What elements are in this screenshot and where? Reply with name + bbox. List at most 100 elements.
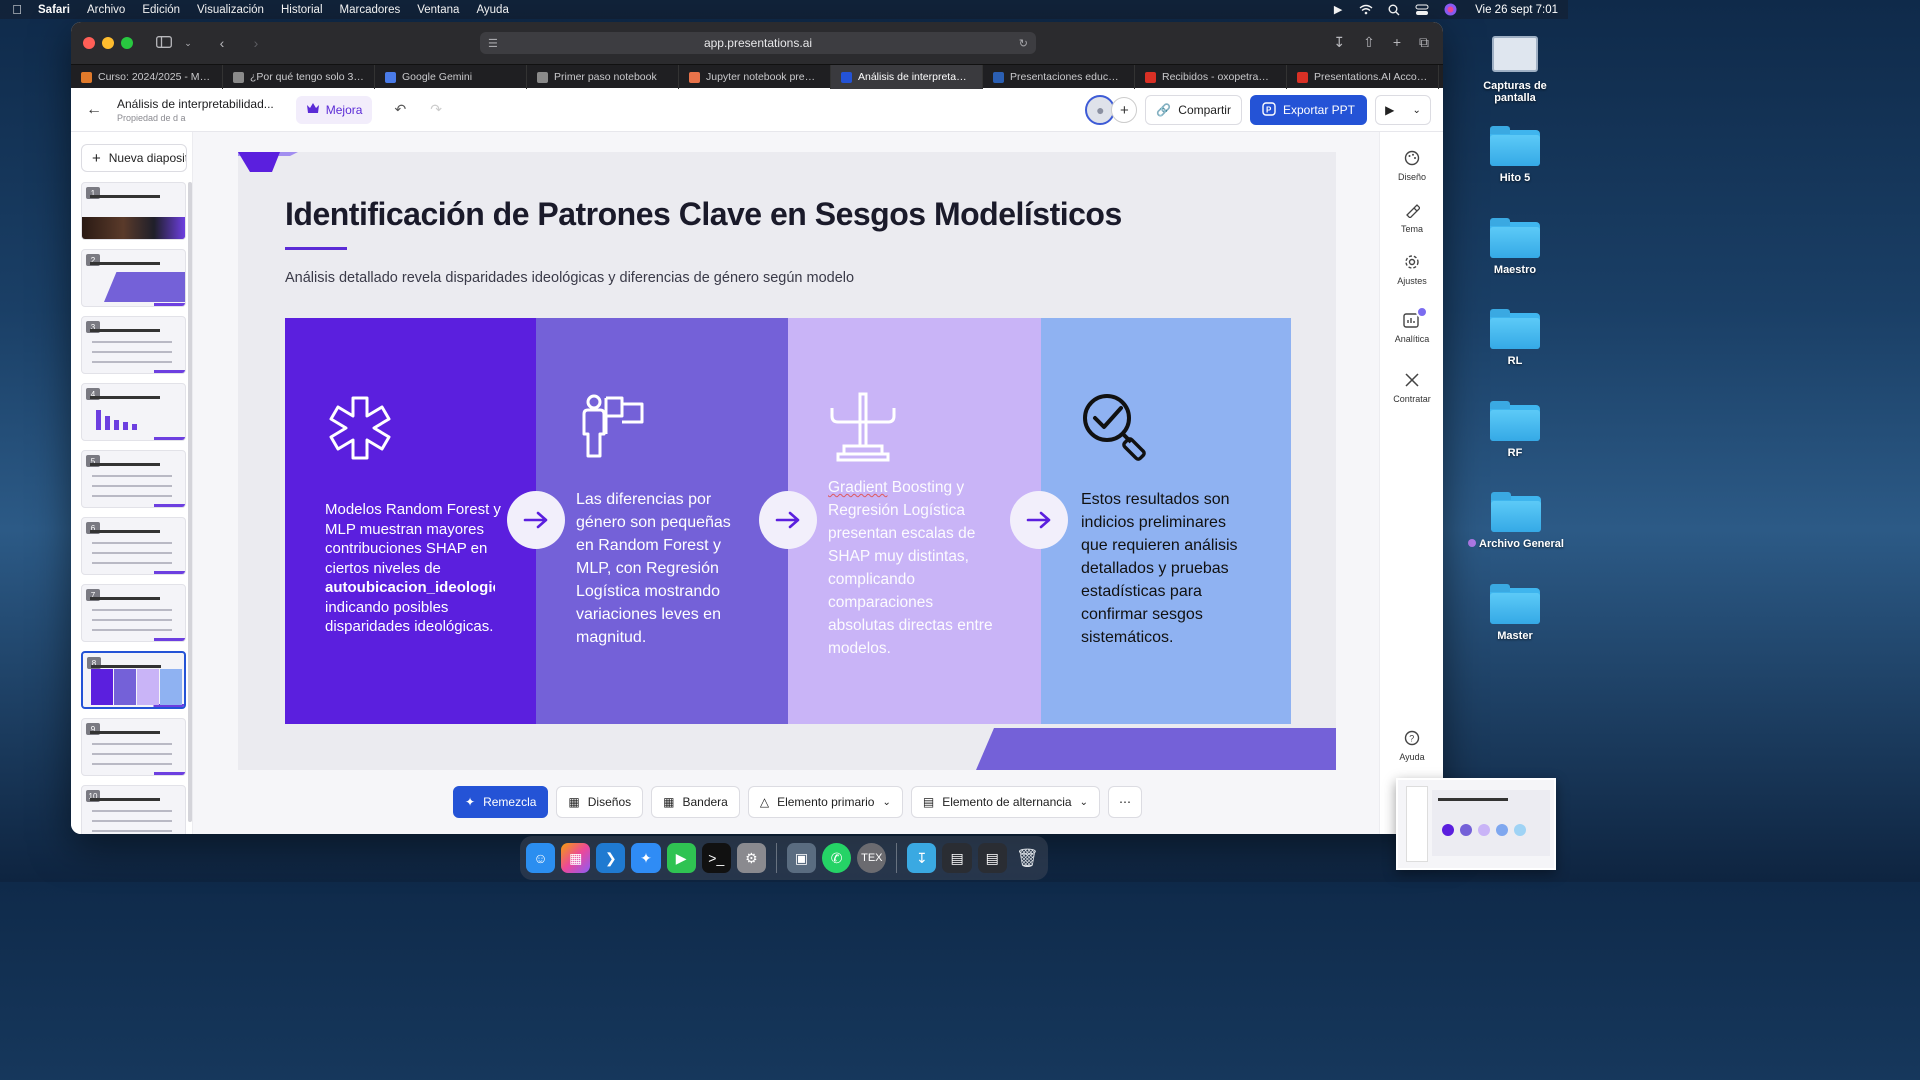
alternate-element-dropdown[interactable]: ▤ Elemento de alternancia ⌄ xyxy=(910,786,1100,818)
slide-thumbnail[interactable]: 2 xyxy=(81,249,186,307)
panel-escalas[interactable]: Gradient Boosting y Regresión Logística … xyxy=(788,318,1041,724)
panel-genero[interactable]: Las diferencias por género son pequeñas … xyxy=(536,318,788,724)
siri-icon[interactable] xyxy=(1443,3,1457,16)
recent-window-icon[interactable]: ▤ xyxy=(942,843,972,873)
terminal-icon[interactable]: >_ xyxy=(701,843,731,873)
menu-app-name[interactable]: Safari xyxy=(38,4,70,16)
panel-conclusion[interactable]: Estos resultados son indicios preliminar… xyxy=(1041,318,1291,724)
menu-item-historial[interactable]: Historial xyxy=(281,4,323,16)
wifi-icon[interactable] xyxy=(1359,4,1373,16)
new-tab-icon[interactable]: + xyxy=(1393,34,1401,51)
reload-icon[interactable]: ↻ xyxy=(1019,37,1028,50)
settings-tool[interactable]: Ajustes xyxy=(1380,252,1443,286)
control-center-icon[interactable] xyxy=(1415,4,1429,16)
present-button[interactable]: ▶ ⌄ xyxy=(1375,95,1431,125)
undo-icon[interactable]: ↶ xyxy=(394,101,406,118)
desktop-item-capturas[interactable]: Capturas de pantalla xyxy=(1470,36,1560,104)
menu-item-visualizacion[interactable]: Visualización xyxy=(197,4,264,16)
slide-thumbnail[interactable]: 1 xyxy=(81,182,186,240)
share-button[interactable]: 🔗 Compartir xyxy=(1145,95,1242,125)
tex-icon[interactable]: TEX xyxy=(857,843,887,873)
trash-icon[interactable]: 🗑 xyxy=(1013,843,1042,873)
finder-icon[interactable]: ☺ xyxy=(526,843,556,873)
theme-tool[interactable]: Tema xyxy=(1380,200,1443,234)
slide-thumbnail[interactable]: 10 xyxy=(81,785,186,834)
menu-clock[interactable]: Vie 26 sept 7:01 xyxy=(1475,4,1558,16)
share-icon[interactable]: ⇧ xyxy=(1363,34,1375,51)
slide-thumbnail[interactable]: 6 xyxy=(81,517,186,575)
downloads-folder-icon[interactable]: ↧ xyxy=(907,843,937,873)
back-arrow-icon[interactable]: ← xyxy=(71,101,117,119)
browser-tab[interactable]: ¿Por qué tengo solo 30... xyxy=(223,65,375,89)
desktop-folder-rf[interactable]: RF xyxy=(1470,401,1560,459)
slide-title[interactable]: Identificación de Patrones Clave en Sesg… xyxy=(285,196,1122,233)
slide-subtitle[interactable]: Análisis detallado revela disparidades i… xyxy=(285,270,854,286)
desktop-folder-master[interactable]: Master xyxy=(1470,584,1560,642)
more-options-button[interactable]: ⋯ xyxy=(1108,786,1142,818)
launchpad-icon[interactable]: ▦ xyxy=(561,843,591,873)
vscode-icon[interactable]: ❯ xyxy=(596,843,626,873)
site-settings-icon[interactable]: ☰ xyxy=(488,37,498,50)
remix-button[interactable]: ✦ Remezcla xyxy=(453,786,549,818)
slide-thumbnail[interactable]: 8 xyxy=(81,651,186,709)
new-slide-button[interactable]: + Nueva diapositiva xyxy=(81,144,187,172)
flag-button[interactable]: ▦ Bandera xyxy=(651,786,740,818)
download-icon[interactable]: ↧ xyxy=(1333,34,1345,51)
menu-item-archivo[interactable]: Archivo xyxy=(87,4,125,16)
hire-tool[interactable]: Contratar xyxy=(1380,370,1443,404)
slide-thumbnail[interactable]: 7 xyxy=(81,584,186,642)
play-icon[interactable]: ▶ xyxy=(1385,103,1394,117)
browser-tab[interactable]: Presentaciones educativ... xyxy=(983,65,1135,89)
analytics-tool[interactable]: Analítica xyxy=(1380,306,1443,344)
browser-tab[interactable]: Primer paso notebook xyxy=(527,65,679,89)
menu-item-ayuda[interactable]: Ayuda xyxy=(476,4,508,16)
desktop-folder-rl[interactable]: RL xyxy=(1470,309,1560,367)
desktop-folder-archivo-general[interactable]: Archivo General xyxy=(1462,492,1570,550)
minimize-window-button[interactable] xyxy=(102,37,114,49)
present-options-chevron-icon[interactable]: ⌄ xyxy=(1413,105,1421,116)
facetime-icon[interactable]: ▶ xyxy=(666,843,696,873)
add-collaborator-button[interactable]: + xyxy=(1111,97,1138,123)
search-icon[interactable] xyxy=(1387,4,1401,16)
desktop-folder-maestro[interactable]: Maestro xyxy=(1470,218,1560,276)
panel-ideologia[interactable]: Modelos Random Forest y MLP muestran may… xyxy=(285,318,536,724)
forward-nav-icon[interactable]: › xyxy=(247,35,265,51)
redo-icon[interactable]: ↷ xyxy=(430,101,442,118)
apple-icon[interactable]:  xyxy=(10,2,24,17)
screenshot-preview-thumbnail[interactable] xyxy=(1396,778,1556,870)
browser-tab[interactable]: Recibidos - oxopetra@g... xyxy=(1135,65,1287,89)
play-status-icon[interactable]: ▶ xyxy=(1331,4,1345,16)
document-title-block[interactable]: Análisis de interpretabilidad... Propied… xyxy=(117,97,274,123)
menu-item-ventana[interactable]: Ventana xyxy=(417,4,459,16)
browser-tab[interactable]: Curso: 2024/2025 - Má... xyxy=(71,65,223,89)
menu-item-edicion[interactable]: Edición xyxy=(142,4,180,16)
back-nav-icon[interactable]: ‹ xyxy=(213,35,231,51)
sidebar-toggle-icon[interactable] xyxy=(155,35,173,51)
recent-window-icon[interactable]: ▤ xyxy=(977,843,1007,873)
slide-thumbnail[interactable]: 3 xyxy=(81,316,186,374)
browser-tab[interactable]: Google Gemini xyxy=(375,65,527,89)
slide-thumbnail[interactable]: 9 xyxy=(81,718,186,776)
slide[interactable]: Identificación de Patrones Clave en Sesg… xyxy=(238,152,1336,770)
mejora-button[interactable]: Mejora xyxy=(295,95,373,124)
browser-tab[interactable]: Presentations.AI Accou... xyxy=(1287,65,1439,89)
chevron-down-icon[interactable]: ⌄ xyxy=(179,38,197,49)
designs-button[interactable]: ▦ Diseños xyxy=(556,786,644,818)
document-title[interactable]: Análisis de interpretabilidad... xyxy=(117,97,274,111)
system-settings-icon[interactable]: ⚙ xyxy=(736,843,766,873)
menu-item-marcadores[interactable]: Marcadores xyxy=(340,4,401,16)
browser-tab[interactable]: Jupyter notebook prese... xyxy=(679,65,831,89)
slide-thumbnail[interactable]: 4 xyxy=(81,383,186,441)
export-ppt-button[interactable]: P Exportar PPT xyxy=(1249,95,1367,125)
browser-tab[interactable]: Análisis de interpretabili... xyxy=(831,65,983,89)
address-bar[interactable]: ☰ app.presentations.ai ↻ xyxy=(480,32,1036,54)
design-tool[interactable]: Diseño xyxy=(1380,148,1443,182)
zoom-window-button[interactable] xyxy=(121,37,133,49)
whatsapp-icon[interactable]: ✆ xyxy=(822,843,852,873)
help-tool[interactable]: ? Ayuda xyxy=(1380,728,1443,762)
desktop-folder-hito5[interactable]: Hito 5 xyxy=(1470,126,1560,184)
close-window-button[interactable] xyxy=(83,37,95,49)
slides-scrollbar[interactable] xyxy=(188,182,192,822)
preview-app-icon[interactable]: ▣ xyxy=(786,843,817,873)
slide-thumbnail[interactable]: 5 xyxy=(81,450,186,508)
